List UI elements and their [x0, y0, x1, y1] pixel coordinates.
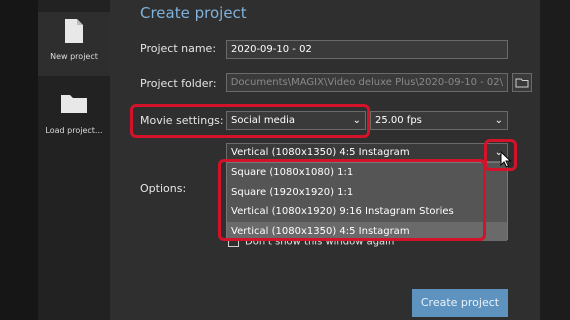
load-project-button[interactable]: Load project... — [38, 86, 110, 148]
movie-settings-dropdown[interactable]: Social media ⌄ — [226, 111, 366, 130]
right-strip — [540, 0, 570, 320]
format-selected-value: Vertical (1080x1350) 4:5 Instagram — [231, 147, 410, 158]
format-dropdown-list: Square (1080x1080) 1:1 Square (1920x1920… — [226, 162, 508, 241]
movie-settings-label: Movie settings: — [140, 114, 224, 127]
format-option-selected[interactable]: Vertical (1080x1350) 4:5 Instagram — [227, 221, 507, 241]
project-folder-label: Project folder: — [140, 77, 217, 90]
dialog-title: Create project — [140, 4, 247, 22]
project-folder-input[interactable]: Documents\MAGIX\Video deluxe Plus\2020-0… — [226, 73, 508, 92]
new-project-button[interactable]: New project — [38, 12, 110, 76]
new-project-label: New project — [50, 52, 98, 61]
project-folder-value: Documents\MAGIX\Video deluxe Plus\2020-0… — [230, 77, 503, 88]
options-label: Options: — [140, 182, 187, 195]
browse-folder-button[interactable] — [512, 73, 532, 92]
movie-settings-value: Social media — [231, 115, 295, 126]
mouse-cursor-icon — [500, 151, 512, 168]
folder-icon — [61, 95, 87, 113]
format-option[interactable]: Square (1080x1080) 1:1 — [227, 163, 507, 183]
format-option[interactable]: Square (1920x1920) 1:1 — [227, 183, 507, 203]
fps-value: 25.00 fps — [375, 115, 422, 126]
format-option[interactable]: Vertical (1080x1920) 9:16 Instagram Stor… — [227, 202, 507, 222]
chevron-down-icon: ⌄ — [352, 115, 361, 126]
document-icon — [65, 19, 83, 43]
project-name-label: Project name: — [140, 42, 217, 55]
folder-icon — [515, 78, 529, 88]
fps-dropdown[interactable]: 25.00 fps ⌄ — [370, 111, 508, 130]
create-project-button[interactable]: Create project — [412, 289, 508, 317]
format-dropdown[interactable]: Vertical (1080x1350) 4:5 Instagram ⌄ — [226, 143, 508, 162]
project-name-input[interactable]: 2020-09-10 - 02 — [226, 40, 508, 59]
chevron-down-icon: ⌄ — [494, 115, 503, 126]
load-project-label: Load project... — [45, 126, 103, 135]
